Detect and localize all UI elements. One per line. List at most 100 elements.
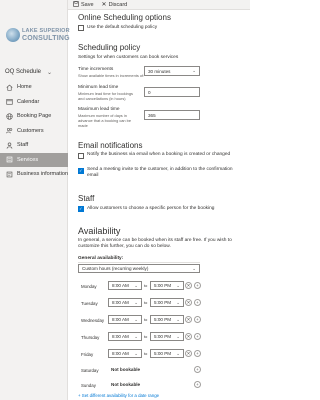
- chevron-down-icon: ⌄: [192, 68, 196, 73]
- day-label-thursday: Thursday: [81, 335, 100, 340]
- business-selector-value: OQ Schedule: [5, 69, 42, 75]
- plus-icon: +: [196, 334, 199, 339]
- sidebar: LAKE SUPERIOR CONSULTING OQ Schedule ⌄ H…: [0, 0, 70, 400]
- plus-icon: +: [196, 317, 199, 322]
- thursday-end-time[interactable]: 5:00 PM ⌄: [150, 332, 184, 341]
- friday-start-time[interactable]: 8:00 AM ⌄: [108, 349, 142, 358]
- use-default-policy-checkbox[interactable]: [78, 25, 84, 31]
- friday-end-time[interactable]: 5:00 PM ⌄: [150, 349, 184, 358]
- date-range-availability-link[interactable]: + Set different availability for a date …: [78, 393, 159, 398]
- chevron-down-icon: ⌄: [47, 69, 53, 76]
- saturday-status: Not bookable: [111, 367, 141, 372]
- logo-line-2: CONSULTING: [22, 35, 70, 42]
- check-icon: ✓: [79, 205, 83, 211]
- chevron-down-icon: ⌄: [134, 333, 138, 339]
- add-hours-button[interactable]: +: [194, 366, 201, 373]
- sidebar-item-label: Staff: [17, 142, 29, 149]
- add-hours-button[interactable]: +: [194, 350, 201, 357]
- chevron-down-icon: ⌄: [176, 350, 180, 356]
- remove-hours-button[interactable]: ✕: [185, 316, 192, 323]
- max-lead-time-input[interactable]: 365: [144, 110, 200, 120]
- availability-mode-select[interactable]: Custom hours (recurring weekly) ⌄: [78, 264, 200, 273]
- sidebar-item-label: Home: [17, 84, 32, 91]
- close-icon: ✕: [101, 2, 107, 8]
- wednesday-start-time[interactable]: 8:00 AM ⌄: [108, 315, 142, 324]
- chevron-down-icon: ⌄: [176, 282, 180, 288]
- people-icon: [6, 127, 13, 134]
- chevron-down-icon: ⌄: [134, 282, 138, 288]
- close-icon: ✕: [186, 350, 191, 356]
- sidebar-item-staff[interactable]: Staff: [0, 138, 68, 153]
- use-default-policy-label: Use the default scheduling policy: [87, 25, 158, 30]
- globe-icon: [6, 113, 13, 120]
- time-increments-select[interactable]: 30 minutes ⌄: [144, 66, 200, 76]
- chevron-down-icon: ⌄: [134, 316, 138, 322]
- monday-end-time[interactable]: 5:00 PM ⌄: [150, 281, 184, 290]
- allow-choose-staff-label: Allow customers to choose a specific per…: [87, 206, 215, 211]
- day-label-tuesday: Tuesday: [81, 301, 98, 306]
- sidebar-item-home[interactable]: Home: [0, 80, 68, 95]
- sidebar-item-booking-page[interactable]: Booking Page: [0, 109, 68, 124]
- remove-hours-button[interactable]: ✕: [185, 350, 192, 357]
- tuesday-end-time[interactable]: 5:00 PM ⌄: [150, 298, 184, 307]
- min-lead-time-help: Minimum lead time for bookings and cance…: [78, 91, 133, 101]
- calendar-icon: [6, 98, 13, 105]
- min-lead-time-input[interactable]: 0: [144, 87, 200, 97]
- remove-hours-button[interactable]: ✕: [185, 333, 192, 340]
- send-meeting-invite-label: Send a meeting invite to the customer, i…: [87, 167, 233, 178]
- sidebar-item-label: Calendar: [17, 98, 40, 105]
- allow-choose-staff-checkbox[interactable]: ✓: [78, 206, 84, 212]
- availability-divider: [78, 262, 200, 263]
- add-hours-button[interactable]: +: [194, 316, 201, 323]
- add-hours-button[interactable]: +: [194, 299, 201, 306]
- business-selector[interactable]: OQ Schedule ⌄: [5, 67, 65, 77]
- sidebar-item-services[interactable]: Services: [0, 152, 68, 167]
- discard-label: Discard: [108, 1, 128, 8]
- thursday-start-time[interactable]: 8:00 AM ⌄: [108, 332, 142, 341]
- services-icon: [6, 156, 13, 163]
- start-time-value: 8:00 AM: [112, 351, 129, 356]
- sidebar-item-customers[interactable]: Customers: [0, 124, 68, 139]
- wednesday-end-time[interactable]: 5:00 PM ⌄: [150, 315, 184, 324]
- tuesday-start-time[interactable]: 8:00 AM ⌄: [108, 298, 142, 307]
- end-time-value: 5:00 PM: [154, 351, 172, 356]
- to-label: to: [144, 317, 148, 322]
- chevron-down-icon: ⌄: [134, 299, 138, 305]
- person-icon: [6, 142, 13, 149]
- chevron-down-icon: ⌄: [176, 333, 180, 339]
- chevron-down-icon: ⌄: [134, 350, 138, 356]
- day-label-sunday: Sunday: [81, 383, 96, 388]
- max-lead-time-label: Maximum lead time: [78, 107, 120, 112]
- save-button[interactable]: Save: [73, 0, 94, 9]
- staff-title: Staff: [78, 194, 95, 203]
- add-hours-button[interactable]: +: [194, 333, 201, 340]
- time-increments-value: 30 minutes: [148, 68, 171, 74]
- sidebar-item-calendar[interactable]: Calendar: [0, 95, 68, 110]
- remove-hours-button[interactable]: ✕: [185, 299, 192, 306]
- sidebar-item-business-information[interactable]: Business information: [0, 167, 68, 182]
- end-time-value: 5:00 PM: [154, 317, 172, 322]
- start-time-value: 8:00 AM: [112, 334, 129, 339]
- notify-business-checkbox[interactable]: [78, 153, 84, 159]
- close-icon: ✕: [186, 333, 191, 339]
- save-label: Save: [81, 1, 94, 8]
- discard-button[interactable]: ✕ Discard: [101, 1, 128, 9]
- check-icon: ✓: [79, 167, 83, 173]
- add-hours-button[interactable]: +: [194, 282, 201, 289]
- save-icon: [73, 0, 79, 9]
- company-logo: LAKE SUPERIOR CONSULTING: [6, 27, 70, 45]
- close-icon: ✕: [186, 282, 191, 288]
- day-label-monday: Monday: [81, 284, 97, 289]
- sidebar-item-label: Services: [17, 156, 39, 163]
- availability-title: Availability: [78, 226, 121, 236]
- chevron-down-icon: ⌄: [176, 299, 180, 305]
- start-time-value: 8:00 AM: [112, 300, 129, 305]
- max-lead-time-value: 365: [148, 112, 156, 118]
- add-hours-button[interactable]: +: [194, 381, 201, 388]
- monday-start-time[interactable]: 8:00 AM ⌄: [108, 281, 142, 290]
- min-lead-time-value: 0: [148, 89, 151, 95]
- remove-hours-button[interactable]: ✕: [185, 282, 192, 289]
- to-label: to: [144, 300, 148, 305]
- day-label-wednesday: Wednesday: [81, 318, 105, 323]
- send-meeting-invite-checkbox[interactable]: ✓: [78, 168, 84, 174]
